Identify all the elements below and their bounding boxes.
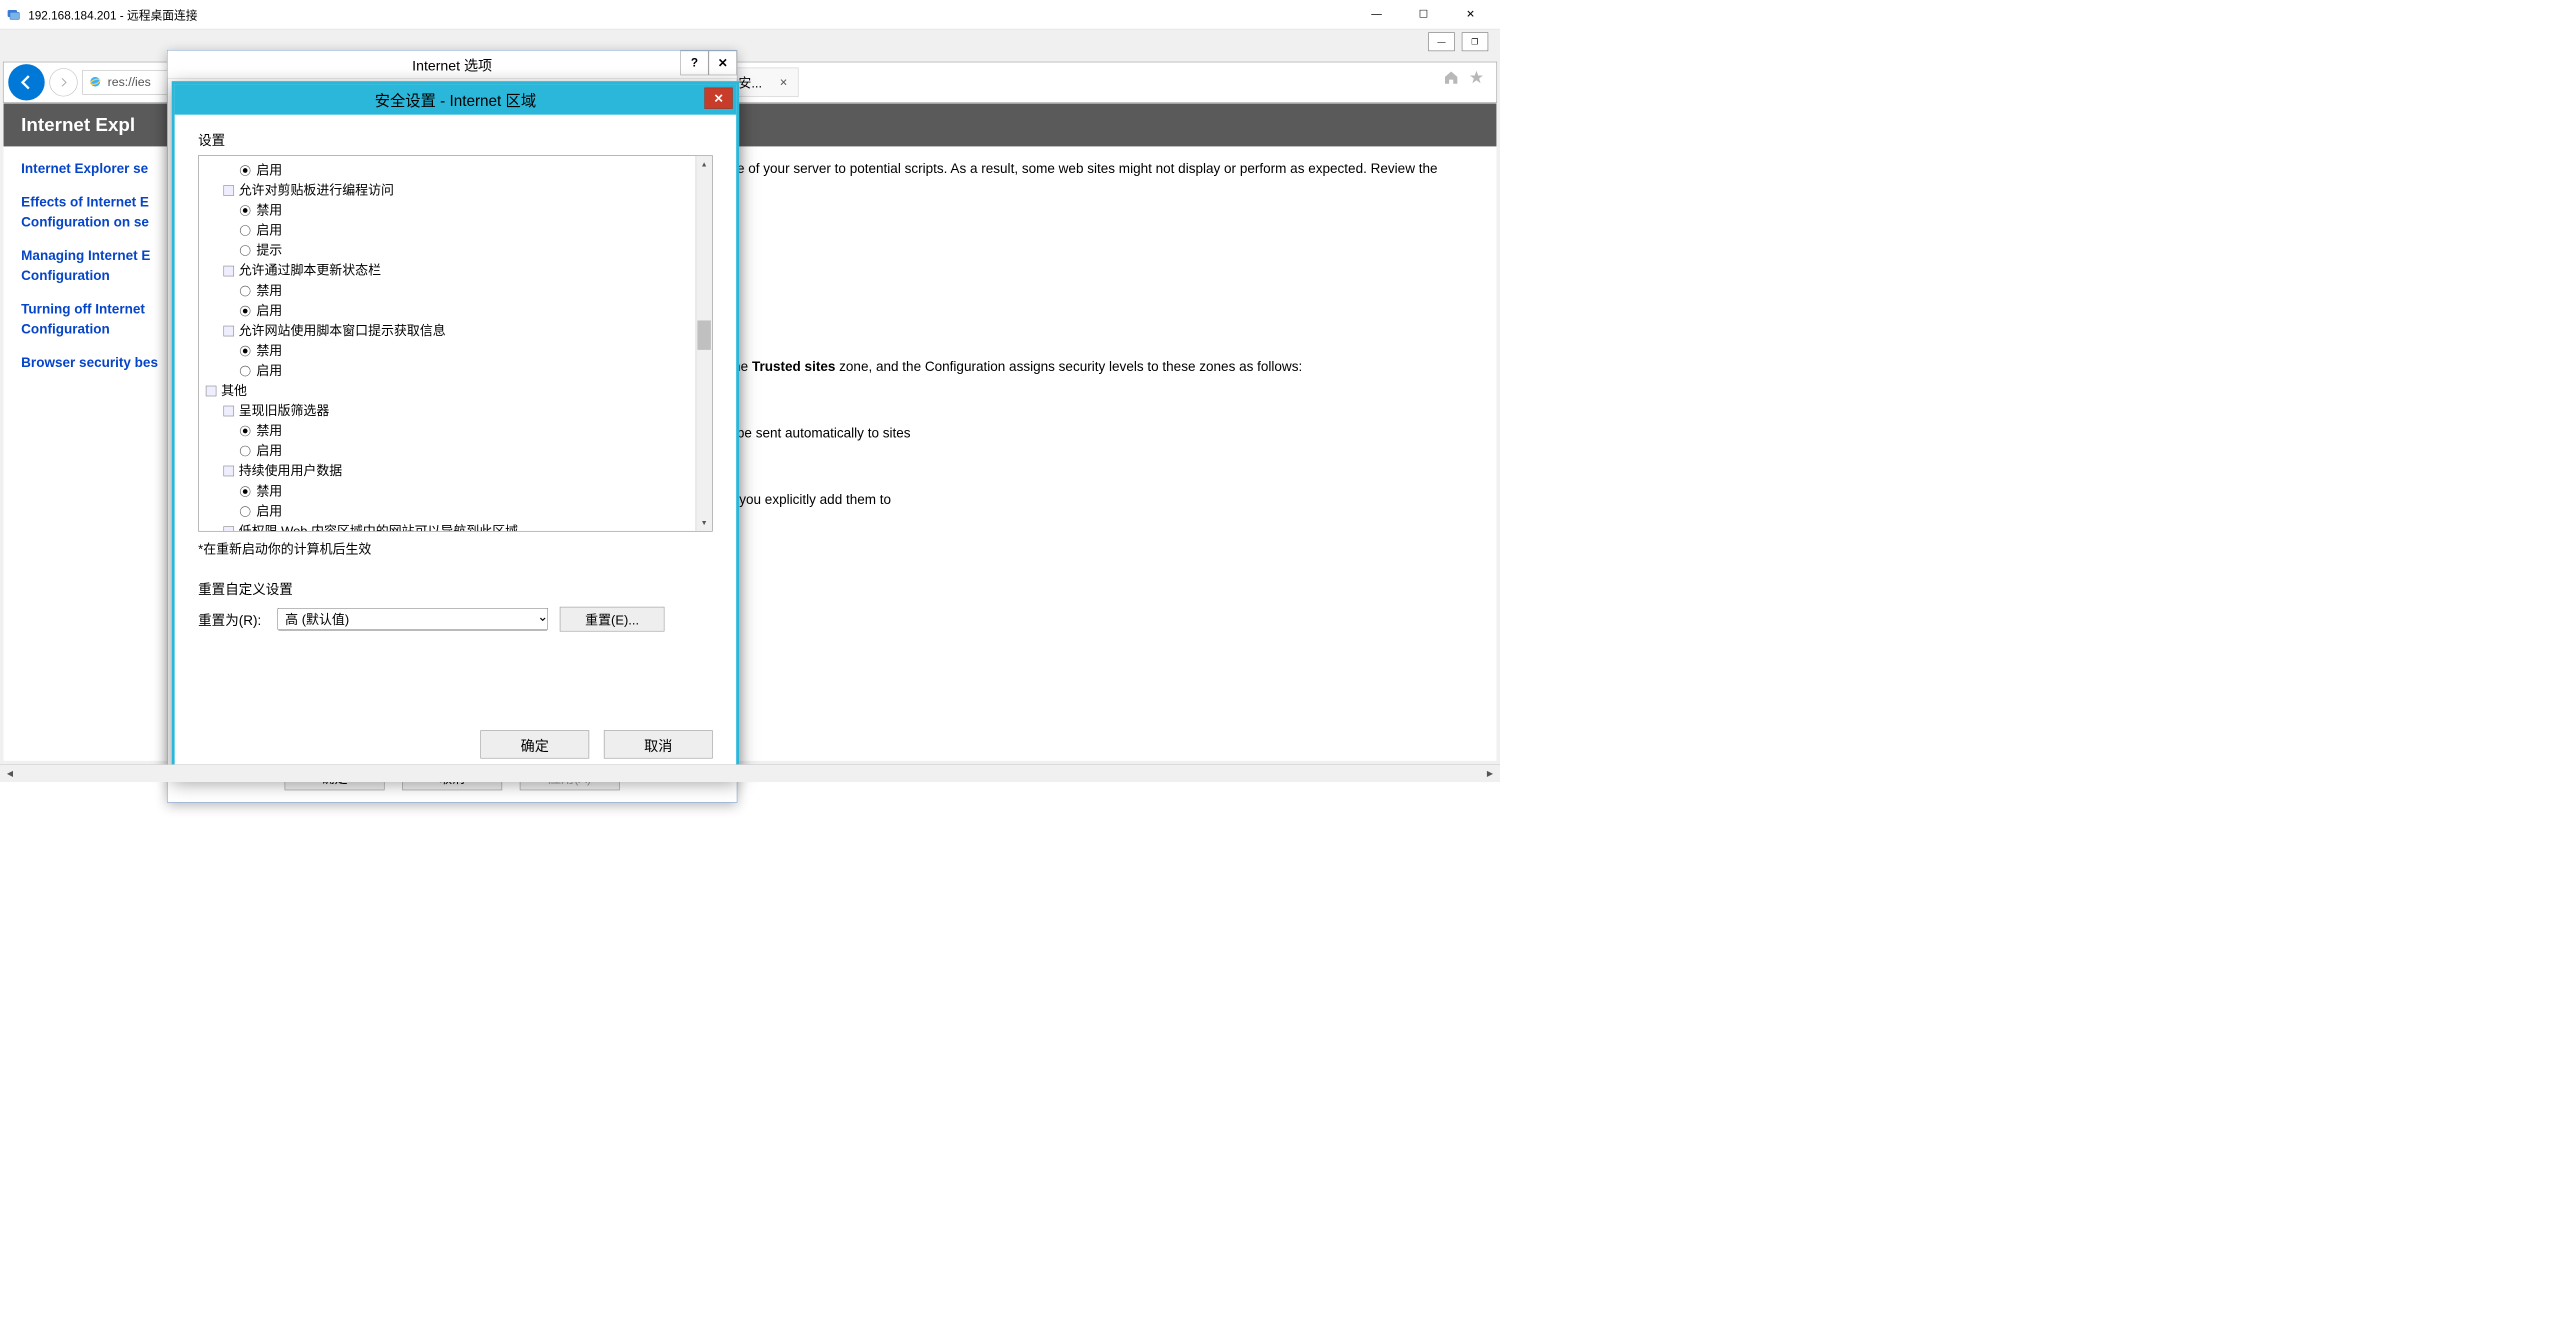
category-icon xyxy=(223,526,234,531)
favorites-icon[interactable] xyxy=(1468,69,1484,88)
dialog-titlebar[interactable]: 安全设置 - Internet 区域 ✕ xyxy=(175,84,737,115)
rdp-icon xyxy=(6,7,21,22)
tree-category: 允许对剪贴板进行编程访问 xyxy=(206,181,705,201)
radio-option[interactable]: 提示 xyxy=(206,241,705,261)
reset-label: 重置自定义设置 xyxy=(198,578,713,598)
close-button[interactable]: ✕ xyxy=(709,51,737,76)
help-button[interactable]: ? xyxy=(680,51,708,76)
scrollbar[interactable]: ▲ ▼ xyxy=(696,156,712,531)
inner-restore-button[interactable]: ❐ xyxy=(1462,32,1488,51)
scroll-right-icon[interactable]: ▶ xyxy=(1482,766,1497,781)
reset-section: 重置自定义设置 重置为(R): 高 (默认值) 重置(E)... xyxy=(198,578,713,632)
tree-category: 持续使用用户数据 xyxy=(206,461,705,481)
category-icon xyxy=(223,326,234,337)
tree-category: 其他 xyxy=(206,381,705,401)
back-button[interactable] xyxy=(8,64,44,100)
settings-tree[interactable]: 启用 允许对剪贴板进行编程访问 禁用 启用 提示 允许通过脚本更新状态栏 禁用 … xyxy=(198,155,713,531)
radio-option[interactable]: 禁用 xyxy=(206,281,705,301)
radio-option[interactable]: 启用 xyxy=(206,161,705,181)
rdp-title: 192.168.184.201 - 远程桌面连接 xyxy=(28,6,1353,23)
scroll-thumb[interactable] xyxy=(697,320,711,349)
close-button[interactable]: ✕ xyxy=(704,88,732,109)
tree-category: 允许通过脚本更新状态栏 xyxy=(206,261,705,281)
radio-option[interactable]: 禁用 xyxy=(206,341,705,361)
address-text: res://ies xyxy=(108,75,151,89)
settings-label: 设置 xyxy=(198,129,713,149)
scroll-up-icon[interactable]: ▲ xyxy=(696,156,712,172)
security-settings-dialog: 安全设置 - Internet 区域 ✕ 设置 启用 允许对剪贴板进行编程访问 … xyxy=(172,81,739,778)
reset-button[interactable]: 重置(E)... xyxy=(560,607,665,632)
dialog-title: 安全设置 - Internet 区域 xyxy=(375,88,536,110)
minimize-button[interactable]: — xyxy=(1353,1,1400,27)
inner-window-caption: — ❐ xyxy=(1428,32,1488,51)
radio-option[interactable]: 禁用 xyxy=(206,421,705,441)
rdp-content: — ❐ res://ies Internet Explorer 增强的安... … xyxy=(0,29,1500,782)
close-button[interactable]: ✕ xyxy=(1447,1,1494,27)
category-icon xyxy=(223,185,234,196)
category-icon xyxy=(223,466,234,477)
rdp-titlebar: 192.168.184.201 - 远程桌面连接 — ☐ ✕ xyxy=(0,0,1500,29)
category-icon xyxy=(206,386,217,397)
maximize-button[interactable]: ☐ xyxy=(1400,1,1447,27)
inner-minimize-button[interactable]: — xyxy=(1428,32,1454,51)
scroll-down-icon[interactable]: ▼ xyxy=(696,515,712,531)
radio-option[interactable]: 禁用 xyxy=(206,201,705,221)
radio-option[interactable]: 启用 xyxy=(206,361,705,381)
tree-category: 允许网站使用脚本窗口提示获取信息 xyxy=(206,321,705,341)
ie-logo-icon xyxy=(89,75,103,89)
horizontal-scrollbar[interactable]: ◀ ▶ xyxy=(0,764,1500,782)
dialog-title: Internet 选项 ? ✕ xyxy=(168,51,737,79)
forward-button[interactable] xyxy=(49,68,77,96)
radio-option[interactable]: 禁用 xyxy=(206,481,705,501)
scroll-left-icon[interactable]: ◀ xyxy=(2,766,17,781)
home-icon[interactable] xyxy=(1443,69,1459,88)
reset-level-select[interactable]: 高 (默认值) xyxy=(278,608,548,630)
window-controls: — ☐ ✕ xyxy=(1353,1,1494,27)
ok-button[interactable]: 确定 xyxy=(480,730,589,758)
reset-to-label: 重置为(R): xyxy=(198,609,266,629)
radio-option[interactable]: 启用 xyxy=(206,301,705,321)
tree-category: 低权限 Web 内容区域中的网站可以导航到此区域 xyxy=(206,521,705,531)
category-icon xyxy=(223,265,234,276)
dialog-body: 设置 启用 允许对剪贴板进行编程访问 禁用 启用 提示 允许通过脚本更新状态栏 … xyxy=(175,115,737,775)
category-icon xyxy=(223,406,234,417)
cancel-button[interactable]: 取消 xyxy=(604,730,713,758)
radio-option[interactable]: 启用 xyxy=(206,441,705,461)
radio-option[interactable]: 启用 xyxy=(206,221,705,241)
ie-toolbar-right xyxy=(1443,69,1485,88)
tree-category: 呈现旧版筛选器 xyxy=(206,401,705,421)
tab-close-button[interactable]: × xyxy=(780,75,788,90)
radio-option[interactable]: 启用 xyxy=(206,501,705,521)
dialog-buttons: 确定 取消 xyxy=(480,730,712,758)
restart-note: *在重新启动你的计算机后生效 xyxy=(198,539,713,558)
tree-content: 启用 允许对剪贴板进行编程访问 禁用 启用 提示 允许通过脚本更新状态栏 禁用 … xyxy=(199,156,712,532)
